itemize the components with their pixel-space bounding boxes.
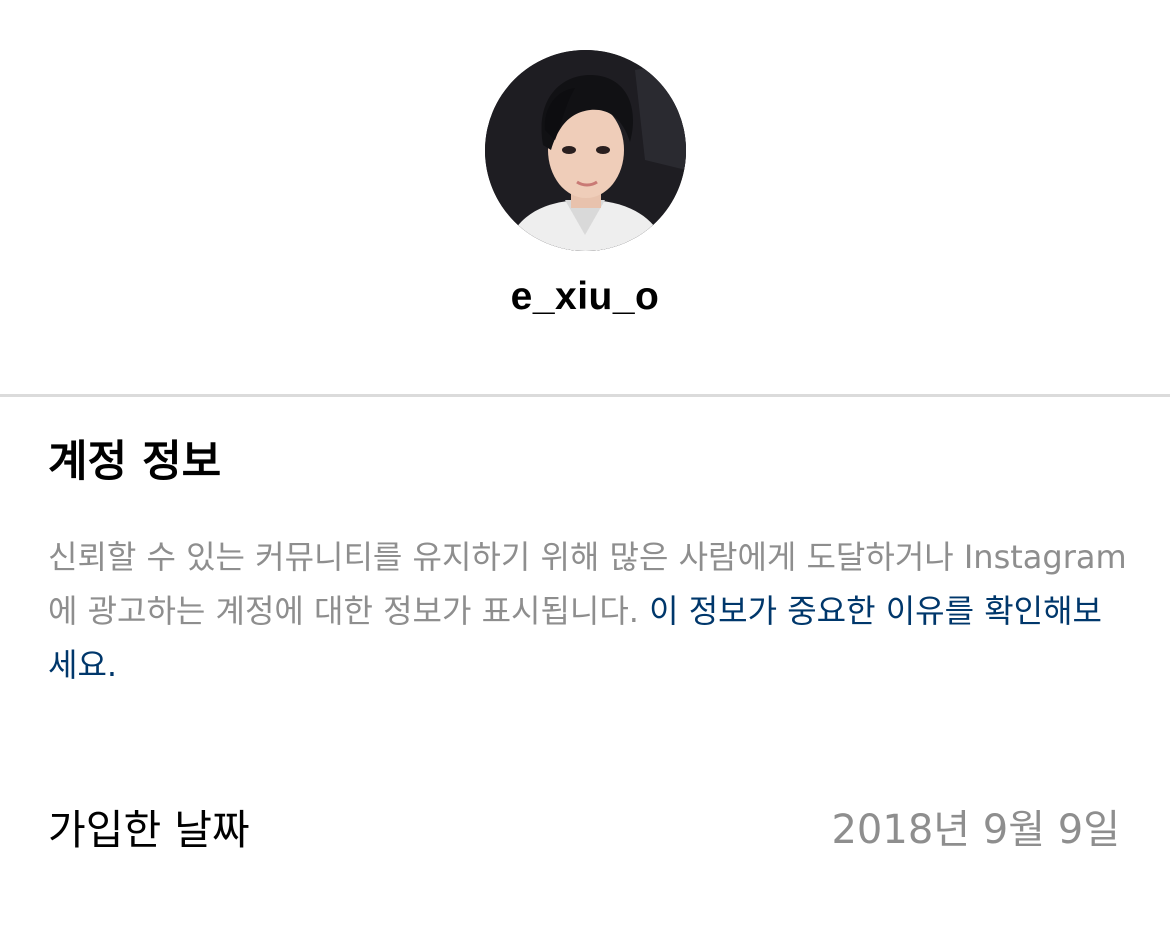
date-joined-label: 가입한 날짜 — [48, 806, 250, 854]
avatar[interactable] — [485, 50, 686, 251]
date-joined-value: 2018년 9월 9일 — [831, 807, 1120, 853]
profile-header: e_xiu_o — [0, 0, 1170, 394]
avatar-image — [485, 50, 686, 251]
date-joined-row: 가입한 날짜 2018년 9월 9일 — [48, 798, 1120, 862]
username: e_xiu_o — [510, 275, 660, 318]
divider — [0, 394, 1170, 397]
account-info-description: 신뢰할 수 있는 커뮤니티를 유지하기 위해 많은 사람에게 도달하거나 Ins… — [48, 530, 1128, 692]
section-title-account-info: 계정 정보 — [48, 437, 222, 487]
